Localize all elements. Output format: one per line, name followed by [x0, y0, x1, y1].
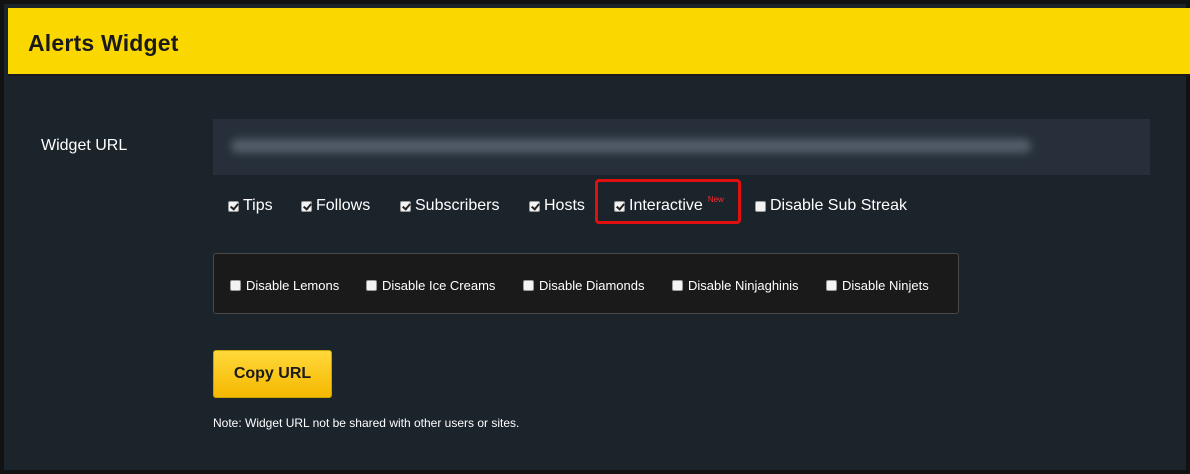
hosts-checkbox[interactable]: [529, 200, 540, 212]
disable-ice-creams-checkbox[interactable]: [366, 279, 377, 291]
option-disable-sub-streak[interactable]: Disable Sub Streak: [755, 196, 907, 216]
disable-ninjaghinis-label: Disable Ninjaghinis: [688, 277, 799, 293]
tips-checkbox[interactable]: [228, 200, 239, 212]
sharing-note: Note: Widget URL not be shared with othe…: [213, 416, 520, 430]
option-disable-ninjets[interactable]: Disable Ninjets: [826, 277, 929, 293]
disable-ninjaghinis-checkbox[interactable]: [672, 279, 683, 291]
follows-checkbox[interactable]: [301, 200, 312, 212]
disable-sub-streak-checkbox[interactable]: [755, 200, 766, 212]
disable-lemons-label: Disable Lemons: [246, 277, 340, 293]
page-title: Alerts Widget: [28, 30, 179, 56]
disable-diamonds-checkbox[interactable]: [523, 279, 534, 291]
disable-diamonds-label: Disable Diamonds: [539, 277, 645, 293]
interactive-highlight-box: [595, 179, 741, 224]
option-follows[interactable]: Follows: [301, 196, 370, 216]
subscribers-checkbox[interactable]: [400, 200, 411, 212]
option-tips[interactable]: Tips: [228, 196, 273, 216]
disable-sub-streak-label: Disable Sub Streak: [770, 197, 907, 214]
disable-lemons-checkbox[interactable]: [230, 279, 241, 291]
app-frame: Alerts Widget: [0, 0, 1190, 474]
option-disable-lemons[interactable]: Disable Lemons: [230, 277, 339, 293]
tips-label: Tips: [243, 197, 273, 214]
option-subscribers[interactable]: Subscribers: [400, 196, 499, 216]
follows-label: Follows: [316, 197, 371, 214]
option-disable-ninjaghinis[interactable]: Disable Ninjaghinis: [672, 277, 799, 293]
disable-ice-creams-label: Disable Ice Creams: [382, 277, 496, 293]
copy-url-button[interactable]: Copy URL: [213, 350, 332, 398]
option-disable-ice-creams[interactable]: Disable Ice Creams: [366, 277, 495, 293]
obscured-url-text: [231, 139, 1031, 153]
hosts-label: Hosts: [544, 197, 585, 214]
disable-ninjets-checkbox[interactable]: [826, 279, 837, 291]
widget-url-label: Widget URL: [41, 137, 128, 154]
option-hosts[interactable]: Hosts: [529, 196, 585, 216]
header-bar: Alerts Widget: [8, 8, 1190, 76]
disable-ninjets-label: Disable Ninjets: [842, 277, 929, 293]
disable-options-panel: Disable Lemons Disable Ice Creams Disabl…: [213, 253, 959, 314]
widget-url-field[interactable]: [213, 119, 1150, 175]
option-disable-diamonds[interactable]: Disable Diamonds: [523, 277, 645, 293]
subscribers-label: Subscribers: [415, 197, 500, 214]
